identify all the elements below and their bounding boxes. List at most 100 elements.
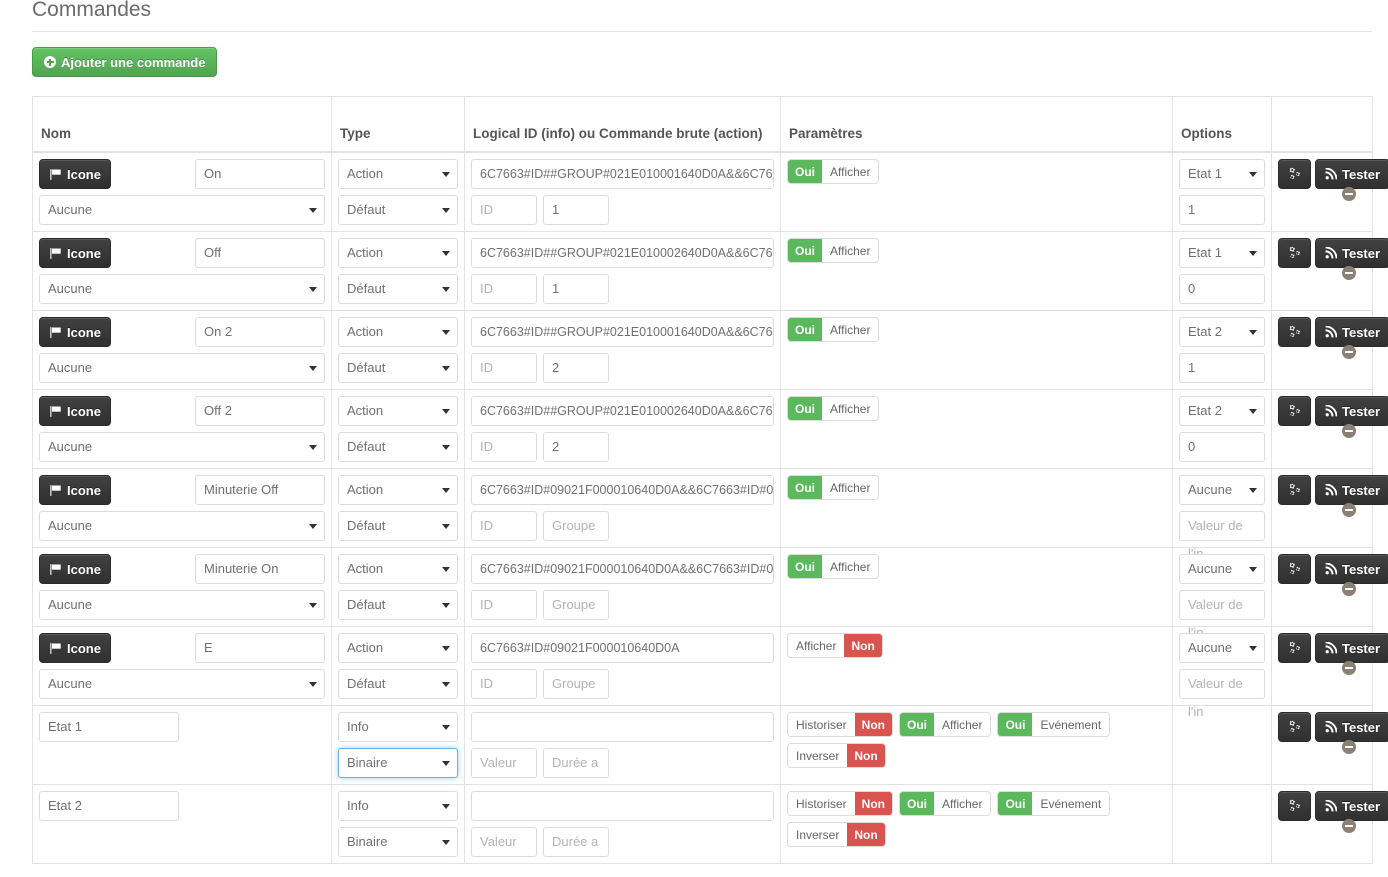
command-subtype2-select[interactable]: Défaut	[338, 274, 458, 304]
command-subtype2-select[interactable]: Défaut	[338, 353, 458, 383]
configure-button[interactable]	[1278, 791, 1311, 821]
option-value-input[interactable]: 1	[1179, 195, 1265, 225]
logical-id-input[interactable]: 6C7663#ID#09021F000010640D0A&&6C7663#ID#…	[471, 554, 774, 584]
remove-command-button[interactable]	[1342, 582, 1356, 596]
param-value-input[interactable]: 2	[543, 432, 609, 462]
command-type-select[interactable]: Action	[338, 475, 458, 505]
remove-command-button[interactable]	[1342, 740, 1356, 754]
logical-id-input[interactable]: 6C7663#ID##GROUP#021E010002640D0A&&6C76	[471, 238, 774, 268]
remove-command-button[interactable]	[1342, 266, 1356, 280]
remove-command-button[interactable]	[1342, 345, 1356, 359]
option-select[interactable]: Etat 1	[1179, 159, 1265, 189]
configure-button[interactable]	[1278, 712, 1311, 742]
command-subtype-select[interactable]: Aucune	[39, 432, 325, 462]
add-command-button[interactable]: Ajouter une commande	[32, 47, 218, 77]
command-type-select[interactable]: Info	[338, 712, 458, 742]
command-subtype-select[interactable]: Aucune	[39, 590, 325, 620]
command-subtype2-select[interactable]: Binaire	[338, 827, 458, 857]
test-button[interactable]: Tester	[1315, 396, 1388, 426]
command-name-input[interactable]: Off	[195, 238, 325, 268]
option-value-input[interactable]: 0	[1179, 274, 1265, 304]
command-name-input[interactable]: On 2	[195, 317, 325, 347]
logical-id-input[interactable]: 6C7663#ID#09021F000010640D0A	[471, 633, 774, 663]
param-value-input[interactable]: 1	[543, 274, 609, 304]
param-id-input[interactable]: ID	[471, 590, 537, 620]
command-subtype-select[interactable]: Aucune	[39, 353, 325, 383]
logical-id-input[interactable]: 6C7663#ID##GROUP#021E010001640D0A&&6C76	[471, 159, 774, 189]
param-toggle[interactable]: Historiser Non	[787, 791, 893, 816]
test-button[interactable]: Tester	[1315, 317, 1388, 347]
option-value-input[interactable]: Valeur de l'in	[1179, 511, 1265, 561]
param-toggle[interactable]: Oui Afficher	[899, 712, 992, 737]
icone-button[interactable]: Icone	[39, 396, 111, 426]
logical-id-input[interactable]: 6C7663#ID#09021F000010640D0A&&6C7663#ID#…	[471, 475, 774, 505]
command-name-input[interactable]: Off 2	[195, 396, 325, 426]
param-id-input[interactable]: Valeur	[471, 748, 537, 778]
configure-button[interactable]	[1278, 317, 1311, 347]
param-toggle[interactable]: Oui Evénement	[997, 712, 1111, 737]
command-subtype-select[interactable]: Aucune	[39, 511, 325, 541]
param-toggle[interactable]: Oui Afficher	[787, 159, 880, 184]
logical-id-input[interactable]: 6C7663#ID##GROUP#021E010002640D0A&&6C76	[471, 396, 774, 426]
param-value-input[interactable]: Groupe	[543, 590, 609, 620]
command-subtype-select[interactable]: Aucune	[39, 669, 325, 699]
option-select[interactable]: Aucune	[1179, 475, 1265, 505]
icone-button[interactable]: Icone	[39, 475, 111, 505]
param-id-input[interactable]: ID	[471, 195, 537, 225]
test-button[interactable]: Tester	[1315, 238, 1388, 268]
test-button[interactable]: Tester	[1315, 791, 1388, 821]
param-value-input[interactable]: Groupe	[543, 511, 609, 541]
param-id-input[interactable]: ID	[471, 432, 537, 462]
command-type-select[interactable]: Info	[338, 791, 458, 821]
option-value-input[interactable]: 1	[1179, 353, 1265, 383]
remove-command-button[interactable]	[1342, 424, 1356, 438]
option-select[interactable]: Aucune	[1179, 554, 1265, 584]
option-value-input[interactable]: Valeur de l'in	[1179, 590, 1265, 640]
param-value-input[interactable]: 1	[543, 195, 609, 225]
icone-button[interactable]: Icone	[39, 554, 111, 584]
command-subtype-select[interactable]: Aucune	[39, 195, 325, 225]
test-button[interactable]: Tester	[1315, 712, 1388, 742]
option-select[interactable]: Etat 2	[1179, 317, 1265, 347]
test-button[interactable]: Tester	[1315, 159, 1388, 189]
configure-button[interactable]	[1278, 554, 1311, 584]
command-type-select[interactable]: Action	[338, 396, 458, 426]
command-subtype2-select[interactable]: Défaut	[338, 669, 458, 699]
param-value-input[interactable]: Durée a	[543, 827, 609, 857]
command-name-input[interactable]: On	[195, 159, 325, 189]
command-type-select[interactable]: Action	[338, 159, 458, 189]
param-id-input[interactable]: Valeur	[471, 827, 537, 857]
param-toggle[interactable]: Oui Afficher	[787, 317, 880, 342]
param-id-input[interactable]: ID	[471, 274, 537, 304]
configure-button[interactable]	[1278, 396, 1311, 426]
param-value-input[interactable]: 2	[543, 353, 609, 383]
param-id-input[interactable]: ID	[471, 511, 537, 541]
param-toggle[interactable]: Oui Afficher	[787, 554, 880, 579]
option-value-input[interactable]: 0	[1179, 432, 1265, 462]
command-name-input[interactable]: Etat 2	[39, 791, 179, 821]
configure-button[interactable]	[1278, 159, 1311, 189]
command-subtype2-select[interactable]: Défaut	[338, 432, 458, 462]
icone-button[interactable]: Icone	[39, 633, 111, 663]
param-toggle[interactable]: Inverser Non	[787, 822, 886, 847]
command-subtype2-select[interactable]: Défaut	[338, 590, 458, 620]
remove-command-button[interactable]	[1342, 661, 1356, 675]
command-type-select[interactable]: Action	[338, 238, 458, 268]
option-select[interactable]: Aucune	[1179, 633, 1265, 663]
command-type-select[interactable]: Action	[338, 554, 458, 584]
configure-button[interactable]	[1278, 475, 1311, 505]
test-button[interactable]: Tester	[1315, 633, 1388, 663]
icone-button[interactable]: Icone	[39, 317, 111, 347]
command-subtype2-select[interactable]: Défaut	[338, 511, 458, 541]
option-select[interactable]: Etat 1	[1179, 238, 1265, 268]
param-id-input[interactable]: ID	[471, 669, 537, 699]
configure-button[interactable]	[1278, 238, 1311, 268]
option-value-input[interactable]: Valeur de l'in	[1179, 669, 1265, 719]
param-toggle[interactable]: Oui Evénement	[997, 791, 1111, 816]
param-toggle[interactable]: Oui Afficher	[787, 396, 880, 421]
remove-command-button[interactable]	[1342, 187, 1356, 201]
command-subtype2-select[interactable]: Défaut	[338, 195, 458, 225]
param-toggle[interactable]: Historiser Non	[787, 712, 893, 737]
icone-button[interactable]: Icone	[39, 238, 111, 268]
remove-command-button[interactable]	[1342, 819, 1356, 833]
